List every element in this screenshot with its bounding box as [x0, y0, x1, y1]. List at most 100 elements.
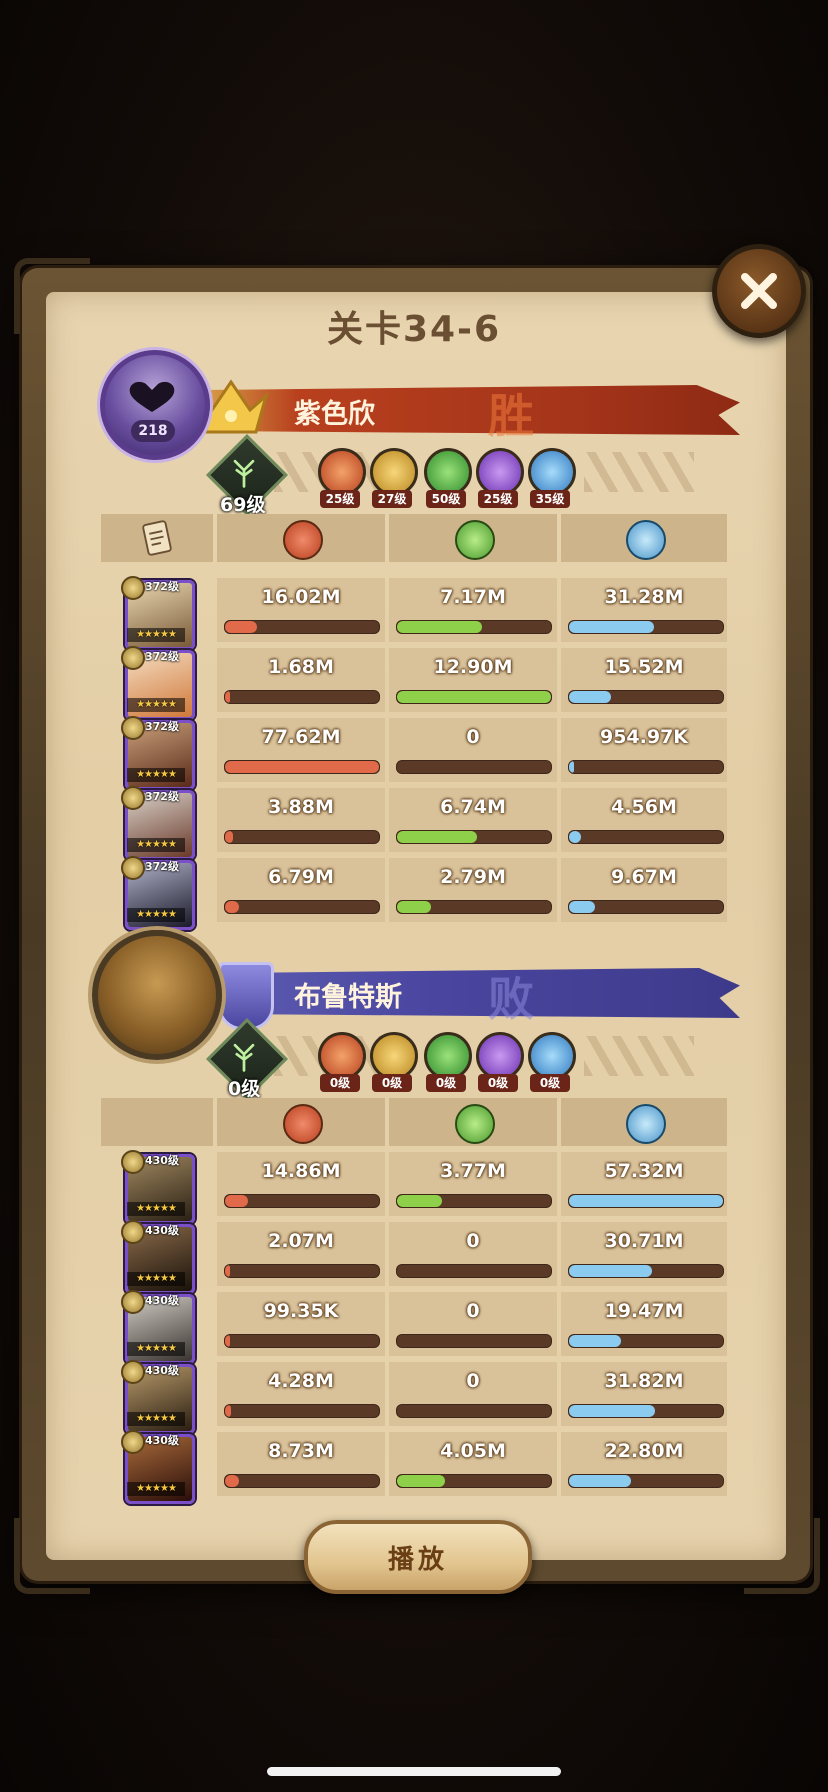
- damage-taken-value: 4.56M: [611, 796, 677, 818]
- heal-value: 2.79M: [440, 866, 506, 888]
- hero-class-badge: [121, 1360, 145, 1384]
- damage-taken-bar-fill: [569, 1265, 653, 1277]
- mauler-faction-icon: [370, 448, 418, 496]
- hero-level: 430级: [145, 1434, 179, 1447]
- damage-bar: [224, 1474, 380, 1488]
- hero-stats-row: 430级 ★★★★★ 14.86M 3.77M 57.32M: [101, 1150, 727, 1224]
- heal-bar: [396, 760, 552, 774]
- damage-bar: [224, 760, 380, 774]
- hero-level: 372级: [145, 650, 179, 663]
- hero-stats-row: 430级 ★★★★★ 4.28M 0 31.82M: [101, 1360, 727, 1434]
- hero-stats-row: 372级 ★★★★★ 3.88M 6.74M 4.56M: [101, 786, 727, 860]
- result-label: 败: [488, 972, 534, 1026]
- damage-bar-fill: [225, 1195, 249, 1207]
- hero-stats-row: 430级 ★★★★★ 2.07M 0 30.71M: [101, 1220, 727, 1294]
- damage-taken-header: [561, 1098, 727, 1146]
- damage-value: 8.73M: [268, 1440, 334, 1462]
- damage-icon: [283, 1104, 323, 1144]
- damage-taken-bar: [568, 1194, 724, 1208]
- hero-class-badge: [121, 576, 145, 600]
- damage-taken-cell: 4.56M: [561, 788, 727, 852]
- damage-bar: [224, 830, 380, 844]
- player-name: 布鲁特斯: [294, 982, 402, 1013]
- lightbearer-faction-icon: [318, 448, 366, 496]
- damage-taken-cell: 57.32M: [561, 1152, 727, 1216]
- damage-taken-bar: [568, 830, 724, 844]
- hero-level: 430级: [145, 1294, 179, 1307]
- heart-hands-icon: [129, 381, 175, 412]
- damage-taken-cell: 19.47M: [561, 1292, 727, 1356]
- heal-bar-fill: [397, 1475, 445, 1487]
- hero-class-badge: [121, 1290, 145, 1314]
- graveborn-faction-icon: [476, 1032, 524, 1080]
- celestial-faction-icon: [528, 1032, 576, 1080]
- faction-level: 25级: [320, 490, 360, 508]
- graveborn-faction-icon: [476, 448, 524, 496]
- hero-class-badge: [121, 1430, 145, 1454]
- heal-icon: [455, 520, 495, 560]
- faction-level: 27级: [372, 490, 412, 508]
- heal-bar: [396, 620, 552, 634]
- result-label: 胜: [488, 389, 534, 443]
- damage-header: [217, 1098, 385, 1146]
- heal-cell: 0: [389, 718, 557, 782]
- play-button-label: 播放: [387, 1544, 448, 1575]
- damage-cell: 14.86M: [217, 1152, 385, 1216]
- damage-bar: [224, 690, 380, 704]
- damage-taken-cell: 954.97K: [561, 718, 727, 782]
- wilder-faction-icon: [424, 1032, 472, 1080]
- heal-cell: 4.05M: [389, 1432, 557, 1496]
- hero-stats-row: 430级 ★★★★★ 8.73M 4.05M 22.80M: [101, 1430, 727, 1504]
- player-avatar[interactable]: [92, 930, 222, 1060]
- damage-taken-bar: [568, 1264, 724, 1278]
- damage-cell: 4.28M: [217, 1362, 385, 1426]
- damage-value: 14.86M: [261, 1160, 341, 1182]
- damage-taken-bar-fill: [569, 761, 574, 773]
- stats-header: [101, 1098, 727, 1146]
- hero-stars: ★★★★★: [127, 908, 185, 922]
- home-indicator[interactable]: [267, 1767, 561, 1776]
- hero-stars: ★★★★★: [127, 768, 185, 782]
- hero-stars: ★★★★★: [127, 628, 185, 642]
- hero-level: 430级: [145, 1364, 179, 1377]
- damage-bar: [224, 1334, 380, 1348]
- damage-taken-value: 19.47M: [604, 1300, 684, 1322]
- hero-stars: ★★★★★: [127, 698, 185, 712]
- hero-stars: ★★★★★: [127, 1482, 185, 1496]
- damage-taken-bar-fill: [569, 1405, 656, 1417]
- faction-level: 0级: [530, 1074, 570, 1092]
- stats-header: [101, 514, 727, 562]
- damage-cell: 16.02M: [217, 578, 385, 642]
- heal-cell: 7.17M: [389, 578, 557, 642]
- play-replay-button[interactable]: 播放: [304, 1520, 532, 1594]
- heal-bar: [396, 1264, 552, 1278]
- header-cell: [101, 514, 213, 562]
- damage-cell: 99.35K: [217, 1292, 385, 1356]
- damage-bar-fill: [225, 831, 233, 843]
- heal-header: [389, 514, 557, 562]
- damage-taken-bar: [568, 1474, 724, 1488]
- heal-header: [389, 1098, 557, 1146]
- damage-value: 99.35K: [263, 1300, 339, 1322]
- damage-taken-cell: 15.52M: [561, 648, 727, 712]
- damage-bar-fill: [225, 1335, 230, 1347]
- mauler-faction-icon: [370, 1032, 418, 1080]
- heal-bar: [396, 690, 552, 704]
- hero-stats-row: 430级 ★★★★★ 99.35K 0 19.47M: [101, 1290, 727, 1364]
- damage-taken-value: 954.97K: [599, 726, 689, 748]
- damage-value: 3.88M: [268, 796, 334, 818]
- damage-value: 1.68M: [268, 656, 334, 678]
- damage-taken-value: 15.52M: [604, 656, 684, 678]
- damage-cell: 8.73M: [217, 1432, 385, 1496]
- damage-bar-fill: [225, 1265, 230, 1277]
- damage-bar: [224, 1194, 380, 1208]
- damage-taken-bar: [568, 900, 724, 914]
- heal-bar-fill: [397, 691, 551, 703]
- frame-corner-ornament: [14, 1518, 90, 1594]
- hero-class-badge: [121, 786, 145, 810]
- heal-bar: [396, 1474, 552, 1488]
- damage-taken-bar-fill: [569, 831, 582, 843]
- heal-cell: 0: [389, 1292, 557, 1356]
- heal-bar-fill: [397, 901, 431, 913]
- hero-stars: ★★★★★: [127, 1272, 185, 1286]
